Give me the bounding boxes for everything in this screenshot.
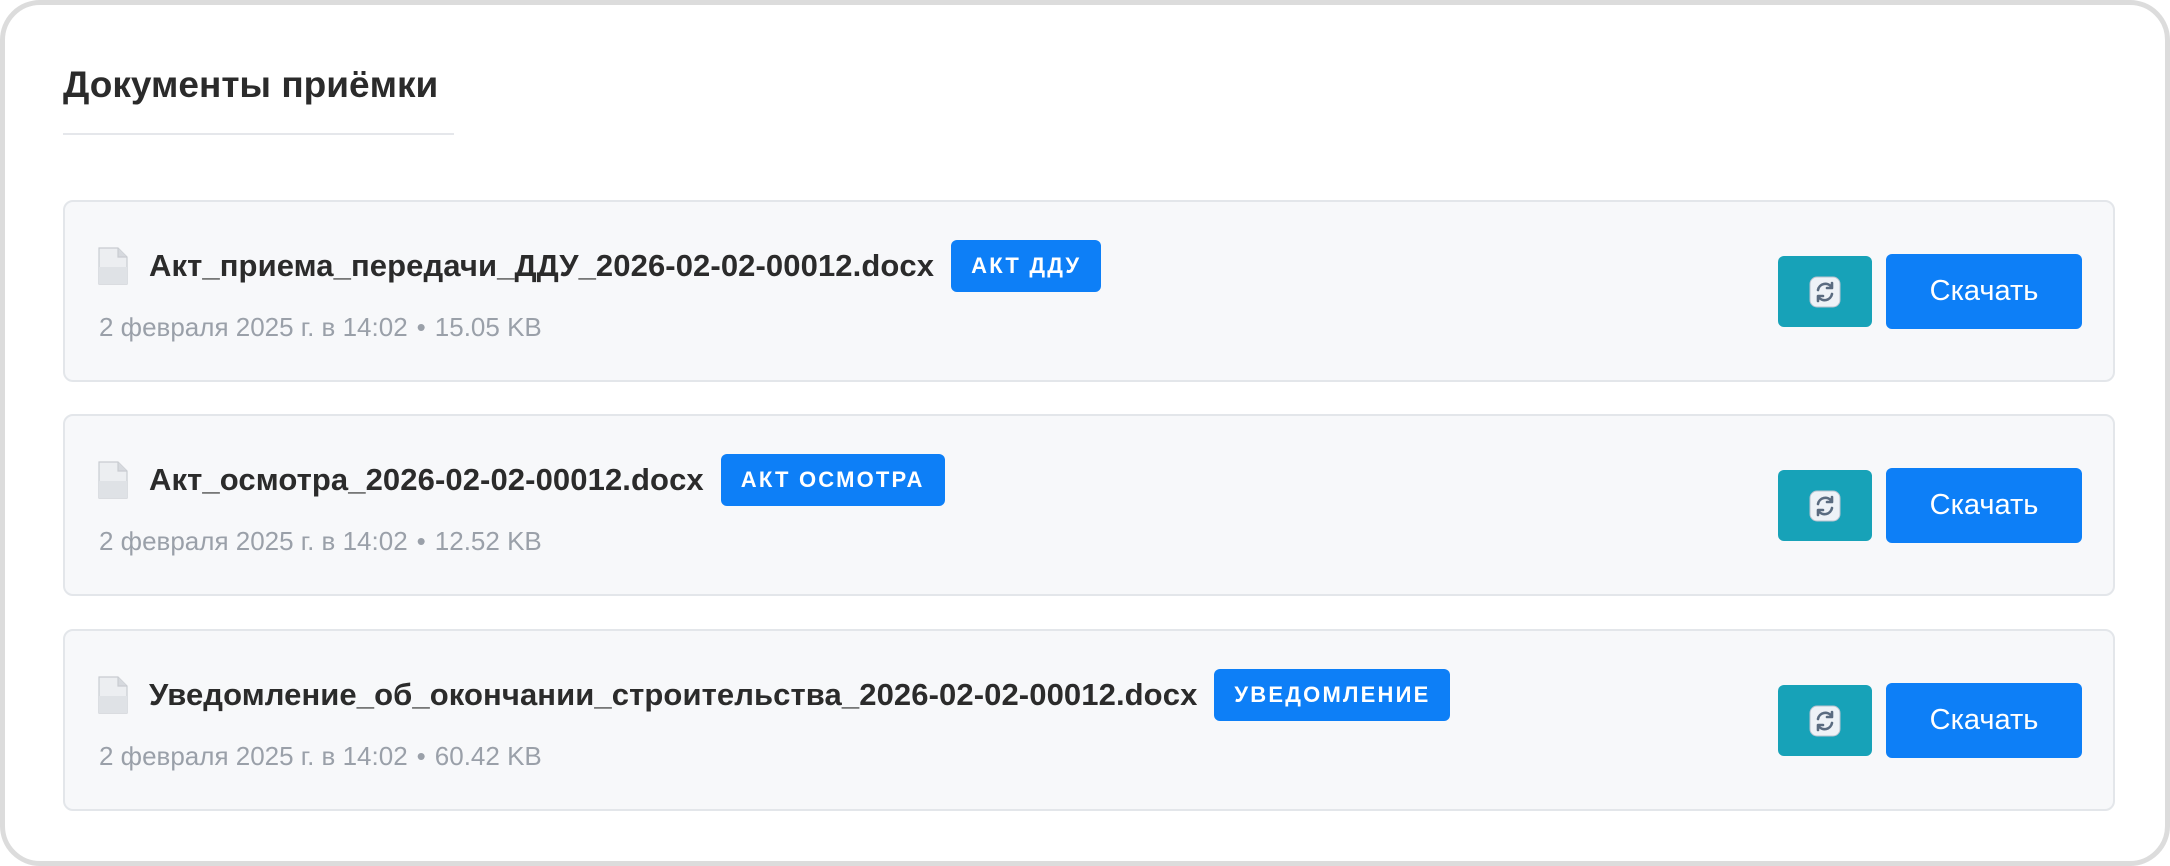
meta-separator: • bbox=[416, 312, 426, 342]
file-icon bbox=[98, 461, 128, 499]
document-title-row: Уведомление_об_окончании_строительства_2… bbox=[97, 669, 1451, 721]
regenerate-button[interactable] bbox=[1778, 256, 1872, 327]
file-name: Акт_приема_передачи_ДДУ_2026-02-02-00012… bbox=[149, 248, 935, 283]
file-icon bbox=[98, 676, 128, 714]
meta-separator: • bbox=[416, 741, 426, 771]
download-button[interactable]: Скачать bbox=[1886, 468, 2082, 543]
document-type-badge: УВЕДОМЛЕНИЕ bbox=[1214, 669, 1451, 721]
document-date: 2 февраля 2025 г. в 14:02 bbox=[99, 526, 408, 556]
document-card: Уведомление_об_окончании_строительства_2… bbox=[63, 629, 2115, 811]
acceptance-documents-panel: Документы приёмки Акт_приема_передачи_ДД… bbox=[0, 0, 2170, 866]
file-name: Уведомление_об_окончании_строительства_2… bbox=[149, 677, 1198, 712]
regenerate-button[interactable] bbox=[1778, 685, 1872, 756]
document-card: Акт_осмотра_2026-02-02-00012.docx АКТ ОС… bbox=[63, 414, 2115, 596]
document-date: 2 февраля 2025 г. в 14:02 bbox=[99, 741, 408, 771]
regenerate-button[interactable] bbox=[1778, 470, 1872, 541]
title-underline bbox=[63, 133, 454, 135]
document-size: 15.05 KB bbox=[434, 312, 542, 342]
file-icon bbox=[98, 247, 128, 285]
document-title-row: Акт_приема_передачи_ДДУ_2026-02-02-00012… bbox=[97, 240, 1102, 292]
document-type-badge: АКТ ОСМОТРА bbox=[720, 454, 945, 506]
download-button[interactable]: Скачать bbox=[1886, 254, 2082, 329]
document-meta: 2 февраля 2025 г. в 14:02 • 12.52 KB bbox=[99, 526, 542, 557]
document-title-row: Акт_осмотра_2026-02-02-00012.docx АКТ ОС… bbox=[97, 454, 945, 506]
file-name: Акт_осмотра_2026-02-02-00012.docx bbox=[149, 462, 704, 497]
refresh-icon bbox=[1809, 490, 1841, 521]
document-type-badge: АКТ ДДУ bbox=[951, 240, 1102, 292]
document-meta: 2 февраля 2025 г. в 14:02 • 60.42 KB bbox=[99, 741, 542, 772]
document-date: 2 февраля 2025 г. в 14:02 bbox=[99, 312, 408, 342]
refresh-icon bbox=[1809, 705, 1841, 736]
document-meta: 2 февраля 2025 г. в 14:02 • 15.05 KB bbox=[99, 312, 542, 343]
document-size: 60.42 KB bbox=[434, 741, 542, 771]
meta-separator: • bbox=[416, 526, 426, 556]
document-card: Акт_приема_передачи_ДДУ_2026-02-02-00012… bbox=[63, 200, 2115, 382]
document-size: 12.52 KB bbox=[434, 526, 542, 556]
section-title: Документы приёмки bbox=[63, 64, 439, 105]
refresh-icon bbox=[1809, 276, 1841, 307]
download-button[interactable]: Скачать bbox=[1886, 683, 2082, 758]
